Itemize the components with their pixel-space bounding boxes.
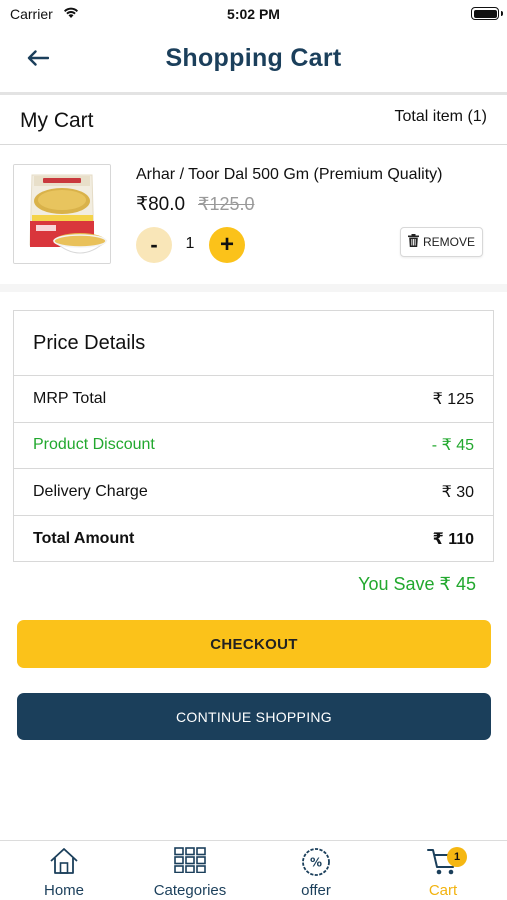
- tab-offer[interactable]: % offer: [253, 841, 379, 900]
- price-details-title: Price Details: [14, 311, 493, 376]
- tab-label: Categories: [153, 882, 227, 899]
- tab-label: offer: [301, 882, 331, 899]
- cart-title: My Cart: [20, 109, 94, 132]
- quantity-value: 1: [185, 235, 195, 252]
- you-save-label: You Save ₹ 45: [358, 574, 476, 594]
- price-details-card: Price Details MRP Total ₹ 125 Product Di…: [13, 310, 494, 562]
- cart-badge: 1: [447, 847, 467, 867]
- home-icon: [49, 847, 79, 880]
- svg-text:%: %: [310, 856, 322, 870]
- price-row-value: ₹ 30: [441, 483, 474, 501]
- clock: 5:02 PM: [227, 6, 280, 22]
- price-row-mrp-total: MRP Total ₹ 125: [14, 376, 493, 423]
- product-mrp: ₹125.0: [198, 194, 255, 214]
- minus-icon: -: [150, 232, 158, 257]
- percent-icon: %: [301, 847, 331, 882]
- total-items-count: Total item (1): [394, 108, 487, 125]
- remove-item-button[interactable]: REMOVE: [400, 227, 483, 257]
- checkout-button[interactable]: CHECKOUT: [17, 620, 491, 668]
- tab-home[interactable]: Home: [1, 841, 127, 900]
- price-row-label: Total Amount: [33, 529, 135, 547]
- price-row-label: Product Discount: [33, 436, 155, 454]
- grid-icon: [174, 847, 206, 878]
- increase-quantity-button[interactable]: +: [209, 227, 245, 263]
- price-row-value: - ₹ 45: [431, 437, 474, 455]
- bottom-tab-bar: Home Categories % offer Cart: [0, 840, 507, 900]
- trash-icon: [407, 234, 419, 250]
- remove-label: REMOVE: [422, 235, 475, 249]
- continue-shopping-button[interactable]: CONTINUE SHOPPING: [17, 693, 491, 740]
- product-price: ₹80.0: [136, 194, 186, 215]
- cart-item: Arhar / Toor Dal 500 Gm (Premium Quality…: [0, 146, 507, 284]
- price-row-label: Delivery Charge: [33, 482, 148, 500]
- price-row-delivery-charge: Delivery Charge ₹ 30: [14, 469, 493, 516]
- price-row-total-amount: Total Amount ₹ 110: [14, 516, 493, 563]
- tab-label: Cart: [428, 882, 458, 899]
- product-image[interactable]: [13, 164, 111, 264]
- navigation-bar: Shopping Cart: [0, 30, 507, 92]
- cart-header: My Cart Total item (1): [0, 95, 507, 145]
- decrease-quantity-button[interactable]: -: [136, 227, 172, 263]
- price-row-label: MRP Total: [33, 389, 107, 407]
- tab-label: Home: [43, 882, 84, 899]
- plus-icon: +: [219, 231, 234, 258]
- tab-categories[interactable]: Categories: [127, 841, 253, 900]
- section-separator: [0, 284, 507, 292]
- product-name[interactable]: Arhar / Toor Dal 500 Gm (Premium Quality…: [136, 166, 442, 184]
- page-title: Shopping Cart: [165, 44, 342, 72]
- tab-cart[interactable]: Cart: [380, 841, 506, 900]
- price-row-product-discount: Product Discount - ₹ 45: [14, 423, 493, 469]
- status-bar: Carrier 5:02 PM: [0, 0, 507, 28]
- price-row-value: ₹ 125: [432, 390, 474, 408]
- shopping-cart-screen: Carrier 5:02 PM Shopping Cart My Cart To…: [0, 0, 507, 900]
- price-row-value: ₹ 110: [432, 530, 474, 548]
- battery-icon: [471, 7, 503, 20]
